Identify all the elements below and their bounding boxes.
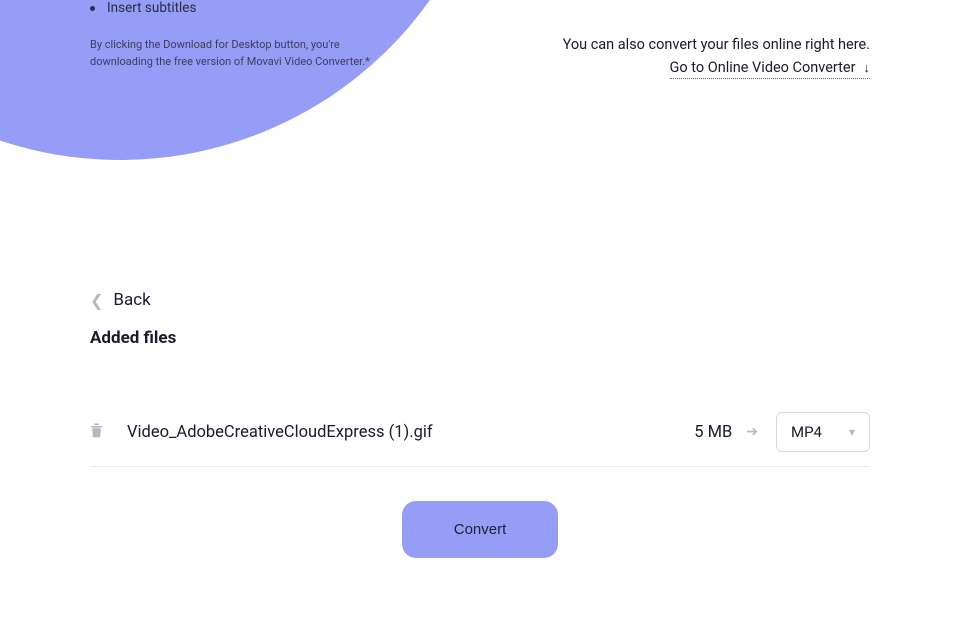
section-title: Added files bbox=[90, 328, 870, 348]
download-disclaimer: By clicking the Download for Desktop but… bbox=[90, 36, 380, 70]
file-size: 5 MB bbox=[694, 423, 732, 442]
file-name: Video_AdobeCreativeCloudExpress (1).gif bbox=[127, 423, 694, 442]
format-value: MP4 bbox=[791, 423, 822, 441]
delete-file-button[interactable] bbox=[90, 423, 103, 442]
convert-button[interactable]: Convert bbox=[402, 501, 559, 558]
feature-bullet: Insert subtitles bbox=[90, 0, 870, 16]
back-label: Back bbox=[113, 290, 150, 310]
chevron-down-icon: ▾ bbox=[849, 425, 855, 439]
chevron-left-icon: ❮ bbox=[90, 291, 103, 310]
file-row: Video_AdobeCreativeCloudExpress (1).gif … bbox=[90, 398, 870, 467]
online-note-text: You can also convert your files online r… bbox=[563, 36, 870, 53]
online-converter-note: You can also convert your files online r… bbox=[563, 36, 870, 79]
back-button[interactable]: ❮ Back bbox=[90, 290, 151, 310]
arrow-down-icon: ↓ bbox=[864, 60, 871, 76]
trash-icon bbox=[90, 423, 103, 438]
arrow-right-icon: ➔ bbox=[746, 424, 758, 440]
feature-bullet-text: Insert subtitles bbox=[107, 0, 196, 16]
bullet-dot-icon bbox=[90, 6, 95, 11]
format-select[interactable]: MP4 ▾ bbox=[776, 412, 870, 452]
online-converter-link[interactable]: Go to Online Video Converter ↓ bbox=[670, 59, 870, 79]
online-link-label: Go to Online Video Converter bbox=[670, 59, 856, 76]
